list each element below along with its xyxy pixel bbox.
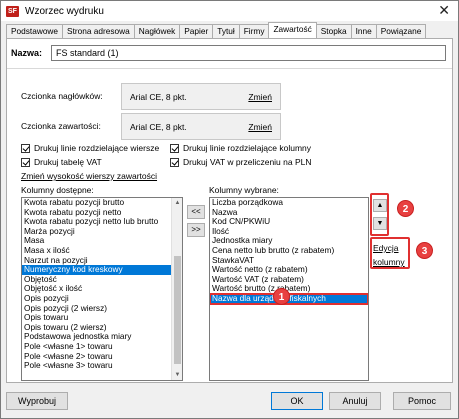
name-field[interactable]: FS standard (1) xyxy=(51,45,446,61)
tab-podstawowe[interactable]: Podstawowe xyxy=(6,24,64,38)
header-font-box: Arial CE, 8 pkt. Zmień xyxy=(121,83,281,110)
move-left-button[interactable]: << xyxy=(187,205,205,219)
tab-papier[interactable]: Papier xyxy=(179,24,214,38)
header-font-group: Czcionka nagłówków: Arial CE, 8 pkt. Zmi… xyxy=(21,83,281,110)
title-bar: SF Wzorzec wydruku ✕ xyxy=(1,1,458,21)
vat-pln-label: Drukuj VAT w przeliczeniu na PLN xyxy=(183,157,312,167)
header-font-change-link[interactable]: Zmień xyxy=(248,92,272,102)
divider xyxy=(7,68,452,69)
checkbox-checked-icon[interactable] xyxy=(21,143,30,153)
marker-3: 3 xyxy=(416,242,433,259)
dialog-window: SF Wzorzec wydruku ✕ Podstawowe Strona a… xyxy=(0,0,459,419)
name-row: Nazwa: FS standard (1) xyxy=(11,45,446,61)
scroll-thumb[interactable] xyxy=(174,256,181,364)
edit-column-link-line2[interactable]: kolumny xyxy=(373,255,405,269)
tab-naglowek[interactable]: Nagłówek xyxy=(133,24,181,38)
lines-rows-checkbox[interactable]: Drukuj linie rozdzielające wiersze xyxy=(21,141,159,155)
tab-powiazane[interactable]: Powiązane xyxy=(375,24,427,38)
edit-column-link-group: Edycja kolumny xyxy=(373,241,405,269)
available-columns-list[interactable]: Kwota rabatu pozycji brutto Kwota rabatu … xyxy=(21,197,183,381)
content-font-value: Arial CE, 8 pkt. xyxy=(130,121,187,132)
move-up-button[interactable]: ▲ xyxy=(373,199,387,212)
tab-stopka[interactable]: Stopka xyxy=(315,24,352,38)
tab-inne[interactable]: Inne xyxy=(350,24,377,38)
try-print-button[interactable]: Wyprobuj xyxy=(6,392,68,410)
help-button[interactable]: Pomoc xyxy=(393,392,451,410)
close-icon[interactable]: ✕ xyxy=(438,3,450,17)
header-font-value: Arial CE, 8 pkt. xyxy=(130,91,187,102)
edit-column-link-line1[interactable]: Edycja xyxy=(373,241,405,255)
content-font-change-link[interactable]: Zmień xyxy=(248,122,272,132)
options-right: Drukuj linie rozdzielające kolumny Druku… xyxy=(170,141,312,169)
tab-bar: Podstawowe Strona adresowa Nagłówek Papi… xyxy=(6,22,427,38)
checkbox-checked-icon[interactable] xyxy=(170,143,179,153)
name-label: Nazwa: xyxy=(11,48,43,58)
list-item[interactable]: Pole <własne 3> towaru xyxy=(22,360,182,371)
content-font-label: Czcionka zawartości: xyxy=(21,121,101,131)
scroll-down-icon[interactable]: ▼ xyxy=(172,370,182,380)
tab-zawartosc[interactable]: Zawartość xyxy=(268,22,317,38)
tab-firmy[interactable]: Firmy xyxy=(238,24,270,38)
window-title: Wzorzec wydruku xyxy=(25,5,104,17)
available-columns-caption: Kolumny dostępne: xyxy=(21,185,94,195)
options-left: Drukuj linie rozdzielające wiersze Druku… xyxy=(21,141,159,183)
vat-table-label: Drukuj tabelę VAT xyxy=(34,157,102,167)
chosen-columns-list[interactable]: Liczba porządkowa Nazwa Kod CN/PKWiU Ilość J… xyxy=(209,197,369,381)
marker-2: 2 xyxy=(397,200,414,217)
vat-pln-checkbox[interactable]: Drukuj VAT w przeliczeniu na PLN xyxy=(170,155,312,169)
tab-strona-adresowa[interactable]: Strona adresowa xyxy=(62,24,135,38)
move-right-button[interactable]: >> xyxy=(187,223,205,237)
tab-tytul[interactable]: Tytuł xyxy=(212,24,240,38)
lines-rows-label: Drukuj linie rozdzielające wiersze xyxy=(34,143,160,153)
app-logo-icon: SF xyxy=(6,5,19,17)
content-font-group: Czcionka zawartości: Arial CE, 8 pkt. Zm… xyxy=(21,113,281,140)
row-height-link-row: Zmień wysokość wierszy zawartości xyxy=(21,169,159,183)
row-height-link[interactable]: Zmień wysokość wierszy zawartości xyxy=(21,171,157,181)
marker-1: 1 xyxy=(273,288,290,305)
scroll-up-icon[interactable]: ▲ xyxy=(172,198,182,208)
ok-button[interactable]: OK xyxy=(271,392,323,410)
content-font-box: Arial CE, 8 pkt. Zmień xyxy=(121,113,281,140)
vat-table-checkbox[interactable]: Drukuj tabelę VAT xyxy=(21,155,159,169)
tab-panel-zawartosc: Nazwa: FS standard (1) Czcionka nagłówkó… xyxy=(6,38,453,383)
chosen-columns-caption: Kolumny wybrane: xyxy=(209,185,279,195)
checkbox-checked-icon[interactable] xyxy=(21,157,30,167)
lines-cols-label: Drukuj linie rozdzielające kolumny xyxy=(183,143,312,153)
available-list-scrollbar[interactable]: ▲ ▼ xyxy=(171,198,182,380)
header-font-label: Czcionka nagłówków: xyxy=(21,91,103,101)
checkbox-checked-icon[interactable] xyxy=(170,157,179,167)
move-down-button[interactable]: ▼ xyxy=(373,217,387,230)
list-item[interactable]: Kod CN/PKWiU xyxy=(210,217,368,227)
cancel-button[interactable]: Anuluj xyxy=(329,392,381,410)
lines-cols-checkbox[interactable]: Drukuj linie rozdzielające kolumny xyxy=(170,141,312,155)
list-item[interactable]: Marża pozycji xyxy=(22,226,182,237)
